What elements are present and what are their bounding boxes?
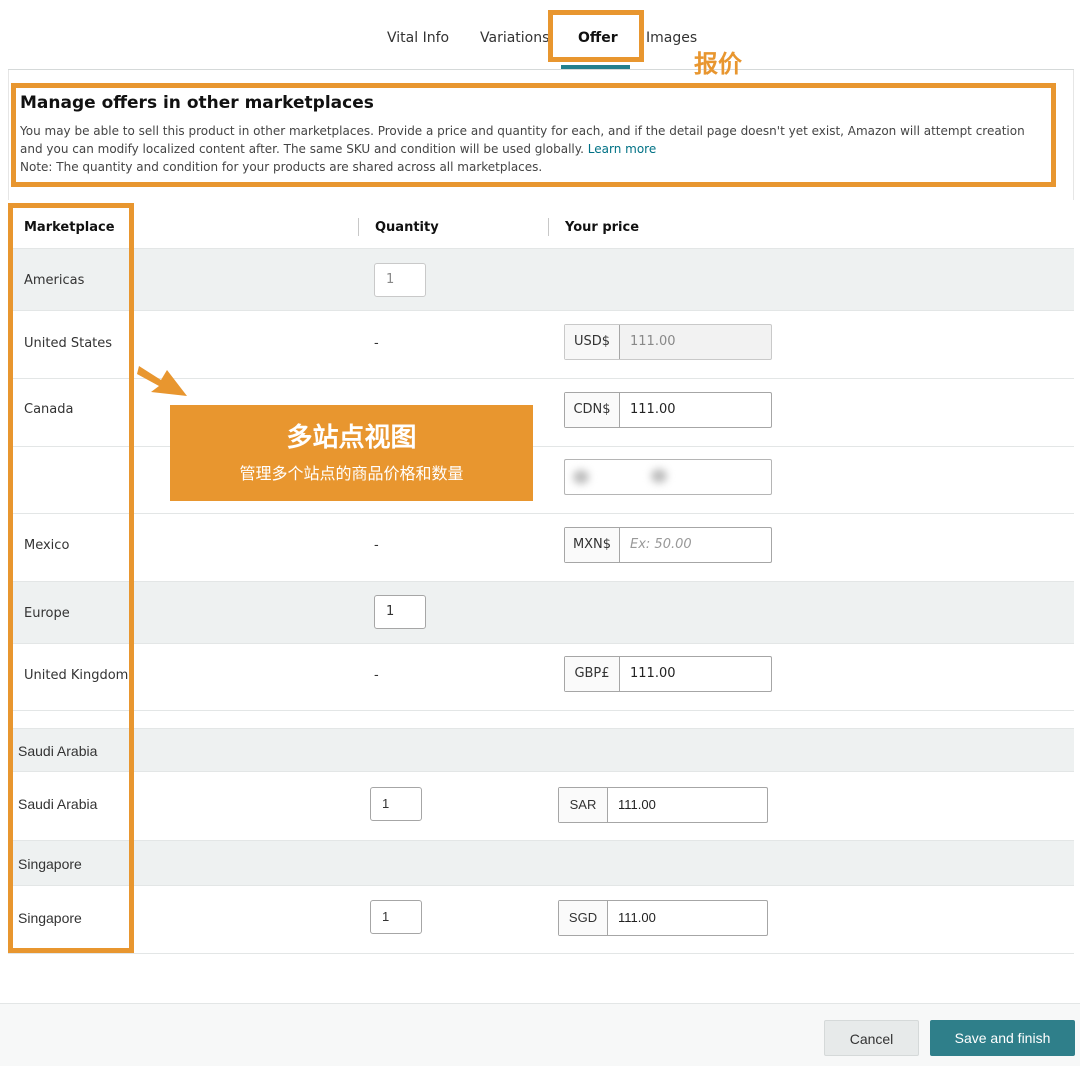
- arrow-icon: [137, 366, 187, 396]
- quantity-input[interactable]: 1: [374, 595, 426, 629]
- currency-label: SAR: [559, 788, 608, 822]
- quantity-input[interactable]: 1: [374, 263, 426, 297]
- price-input[interactable]: 111.00: [620, 393, 771, 427]
- price-input-group: GBP£ 111.00: [564, 656, 772, 692]
- col-header-quantity: Quantity: [375, 220, 439, 235]
- tab-vital-info[interactable]: Vital Info: [387, 30, 449, 46]
- price-input[interactable]: 111.00: [620, 325, 771, 359]
- price-input-group-blurred[interactable]: [564, 459, 772, 495]
- quantity-input[interactable]: 1: [370, 787, 422, 821]
- price-input[interactable]: 111.00: [608, 788, 767, 822]
- price-input-group: MXN$ Ex: 50.00: [564, 527, 772, 563]
- col-header-price: Your price: [565, 220, 640, 235]
- currency-label: CDN$: [565, 393, 620, 427]
- col-separator: [358, 218, 359, 236]
- quantity-input[interactable]: 1: [370, 900, 422, 934]
- price-input-group: SAR 111.00: [558, 787, 768, 823]
- table-row-blurred: [8, 447, 1074, 514]
- quantity-value: -: [374, 668, 379, 683]
- table-row-group: Saudi Arabia: [8, 728, 1074, 772]
- multi-marketplace-callout: 多站点视图 管理多个站点的商品价格和数量: [170, 405, 533, 501]
- price-input-group: CDN$ 111.00: [564, 392, 772, 428]
- col-separator: [548, 218, 549, 236]
- price-input-group: USD$ 111.00: [564, 324, 772, 360]
- currency-label: USD$: [565, 325, 620, 359]
- table-row: Mexico - MXN$ Ex: 50.00: [8, 514, 1074, 582]
- tab-bar: Vital Info Variations Offer Images: [0, 0, 1080, 70]
- marketplace-column-highlight-box: [8, 203, 134, 953]
- currency-label: GBP£: [565, 657, 620, 691]
- table-header-row: Marketplace Quantity Your price: [8, 205, 1074, 249]
- price-input-group: SGD 111.00: [558, 900, 768, 936]
- tab-images[interactable]: Images: [646, 30, 697, 46]
- currency-label: SGD: [559, 901, 608, 935]
- callout-subtitle: 管理多个站点的商品价格和数量: [239, 464, 464, 483]
- offer-tab-highlight-box: [548, 10, 644, 62]
- blurred-content: [651, 469, 667, 483]
- header-highlight-box: [11, 83, 1056, 187]
- price-input[interactable]: 111.00: [620, 657, 771, 691]
- blurred-content: [573, 470, 589, 484]
- price-input[interactable]: Ex: 50.00: [620, 528, 771, 562]
- table-row: United Kingdom - GBP£ 111.00: [8, 644, 1074, 711]
- table-row-group: Singapore: [8, 841, 1074, 886]
- callout-title: 多站点视图: [286, 423, 417, 453]
- quantity-value: -: [374, 336, 379, 351]
- price-input[interactable]: 111.00: [608, 901, 767, 935]
- quantity-value: -: [374, 538, 379, 553]
- table-row-group: Europe 1: [8, 582, 1074, 644]
- tab-variations[interactable]: Variations: [480, 30, 549, 46]
- currency-label: MXN$: [565, 528, 620, 562]
- cancel-button[interactable]: Cancel: [824, 1020, 919, 1056]
- table-row: Singapore 1 SGD 111.00: [8, 886, 1074, 954]
- table-row-group: Americas 1: [8, 249, 1074, 311]
- table-row: Saudi Arabia 1 SAR 111.00: [8, 772, 1074, 841]
- save-and-finish-button[interactable]: Save and finish: [930, 1020, 1075, 1056]
